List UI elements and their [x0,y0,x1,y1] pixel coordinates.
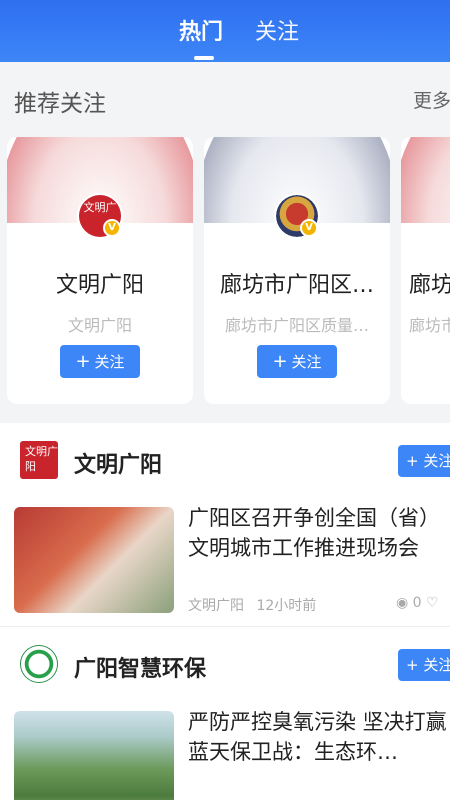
plus-icon: + [406,452,424,470]
follow-label: 关注 [423,656,450,674]
follow-button[interactable]: + 关注 [398,649,450,681]
article-thumbnail [14,507,174,613]
card-name: 文明广阳 [55,273,144,298]
source-row[interactable]: 广阳智慧环保 + 关注 [0,637,450,693]
eye-icon: ◉ [396,595,409,611]
views-count: ◉ 0 ♡ [396,595,439,611]
feed-list: 文明广阳 文明广阳 + 关注 广阳区召开争创全国（省）文明城市工作推进现场会 文… [0,423,450,800]
source-name: 广阳智慧环保 [74,657,207,682]
follow-label: 关注 [94,353,125,371]
heart-icon[interactable]: ♡ [426,595,439,611]
tab-following[interactable]: 关注 [255,14,299,46]
card-name: 廊坊市广阳区… [219,273,374,298]
source-logo-icon [20,645,58,683]
source-logo: 文明广阳 [20,441,58,479]
card-subtitle: 廊坊市 [409,316,450,335]
recommend-card[interactable]: 廊坊 廊坊市 [401,137,450,404]
card-background [401,137,450,223]
app-root: 热门 关注 推荐关注 更多 文明广 V 文明广阳 文明广阳 + 关注 V 廊坊市广… [0,0,450,800]
article-meta: 文明广阳 12小时前 [188,595,324,615]
verified-badge-icon: V [103,219,121,237]
article-time: 12小时前 [256,598,317,614]
recommend-more-link[interactable]: 更多 [413,86,450,113]
recommend-card[interactable]: 文明广 V 文明广阳 文明广阳 + 关注 [7,137,193,404]
tab-indicator [194,56,214,60]
follow-label: 关注 [423,452,450,470]
recommend-card[interactable]: V 廊坊市广阳区… 廊坊市广阳区质量… + 关注 [204,137,390,404]
tab-hot[interactable]: 热门 [179,14,223,46]
recommend-section: 推荐关注 更多 文明广 V 文明广阳 文明广阳 + 关注 V 廊坊市广阳区… 廊坊… [0,62,450,420]
card-subtitle: 廊坊市广阳区质量… [224,316,369,335]
article-title: 广阳区召开争创全国（省）文明城市工作推进现场会 [188,506,440,560]
article-title: 严防严控臭氧污染 坚决打赢蓝天保卫战：生态环… [188,710,447,764]
follow-button[interactable]: + 关注 [398,445,450,477]
follow-button[interactable]: + 关注 [257,345,337,378]
divider [0,626,450,627]
top-header: 热门 关注 [0,0,450,62]
plus-icon: + [75,351,91,372]
verified-badge-icon: V [300,219,318,237]
recommend-title: 推荐关注 [14,91,106,117]
article-thumbnail [14,711,174,800]
card-name: 廊坊 [409,273,450,298]
plus-icon: + [272,351,288,372]
follow-label: 关注 [291,353,322,371]
article-source: 文明广阳 [188,598,244,614]
source-row[interactable]: 文明广阳 文明广阳 + 关注 [0,433,450,489]
follow-button[interactable]: + 关注 [60,345,140,378]
card-subtitle: 文明广阳 [67,316,132,335]
source-name: 文明广阳 [74,453,163,478]
plus-icon: + [406,656,424,674]
